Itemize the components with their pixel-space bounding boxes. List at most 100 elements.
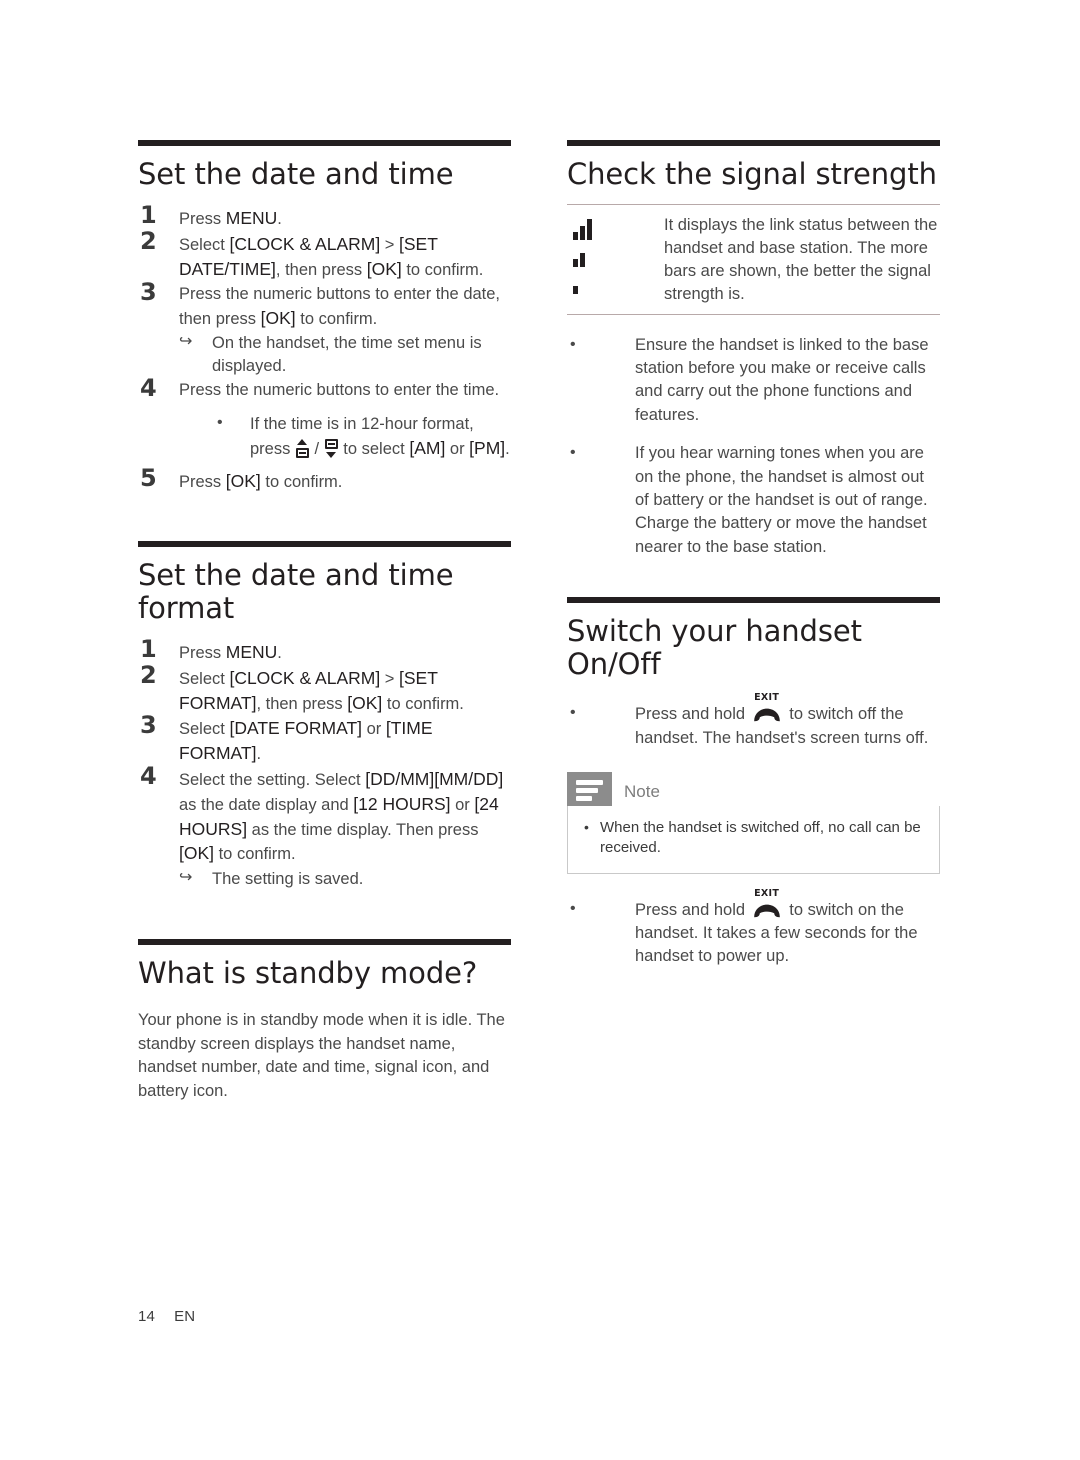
bullet-dot-icon: • [570, 335, 576, 353]
step-sub-bullet: • If the time is in 12-hour format, pres… [179, 413, 511, 462]
signal-row [573, 240, 664, 268]
exit-hangup-key-icon: EXIT [752, 692, 782, 723]
bullet-dot-icon: • [570, 704, 576, 722]
section-set-date-and-time-format: Set the date and time format 1 Press MEN… [138, 541, 511, 891]
hangup-handset-icon [752, 903, 782, 919]
sub-bullet-or: or [445, 440, 470, 459]
step-text: Press MENU. [179, 208, 282, 229]
pm-keyword: [PM] [469, 438, 506, 459]
step-text: Press the numeric buttons to enter the t… [179, 380, 500, 399]
step-number: 2 [140, 227, 157, 256]
sub-bullet-end: . [505, 440, 510, 459]
step-number: 2 [140, 660, 157, 689]
step-item: 4 Select the setting. Select [DD/MM][MM/… [138, 762, 511, 891]
sub-bullet-separator: / [309, 440, 324, 459]
arrow-right-icon: ↪ [179, 333, 193, 351]
right-column: Check the signal strength It displays th… [567, 140, 940, 969]
am-keyword: [AM] [409, 438, 446, 459]
list-item-text: Ensure the handset is linked to the base… [635, 335, 929, 424]
section-heading: Set the date and time [138, 157, 454, 191]
note-list: • When the handset is switched off, no c… [582, 818, 925, 859]
list-item-text-pre: Press and hold [635, 705, 750, 724]
step-text: Select [CLOCK & ALARM] > [SET FORMAT], t… [179, 667, 464, 713]
section-heading: Check the signal strength [567, 157, 937, 191]
hangup-handset-icon [752, 707, 782, 723]
step-text: Press MENU. [179, 642, 282, 663]
step-item: 3 Select [DATE FORMAT] or [TIME FORMAT]. [138, 711, 511, 766]
note-header: Note [567, 772, 940, 807]
signal-icons-cell [567, 213, 664, 305]
signal-bars-1-icon [573, 286, 578, 295]
section-switch-handset-on-off: Switch your handset On/Off • Press and h… [567, 597, 940, 969]
section-heading: What is standby mode? [138, 955, 478, 990]
note-body: • When the handset is switched off, no c… [567, 806, 940, 874]
exit-key-label: EXIT [754, 887, 780, 899]
step-item: 3 Press the numeric buttons to enter the… [138, 278, 511, 378]
exit-hangup-key-icon: EXIT [752, 888, 782, 919]
bullet-dot-icon: • [570, 899, 576, 917]
step-item: 4 Press the numeric buttons to enter the… [138, 374, 511, 462]
signal-row [573, 267, 664, 295]
section-set-date-and-time: Set the date and time 1 Press MENU. 2 Se… [138, 140, 511, 494]
step-result-text: The setting is saved. [212, 870, 364, 889]
bullet-dot-icon: • [217, 413, 223, 431]
step-item: 2 Select [CLOCK & ALARM] > [SET FORMAT],… [138, 661, 511, 716]
bullet-dot-icon: • [570, 444, 576, 462]
section-body-text: Your phone is in standby mode when it is… [138, 1011, 505, 1100]
section-heading: Switch your handset On/Off [567, 614, 862, 681]
step-text: Select [CLOCK & ALARM] > [SET DATE/TIME]… [179, 234, 484, 279]
list-item: • Press and hold EXIT to switch off the … [567, 692, 940, 750]
step-text: Select [DATE FORMAT] or [TIME FORMAT]. [179, 718, 433, 764]
signal-description: It displays the link status between the … [664, 216, 938, 303]
step-item: 2 Select [CLOCK & ALARM] > [SET DATE/TIM… [138, 227, 511, 282]
step-number: 4 [140, 761, 157, 790]
steps-list: 1 Press MENU. 2 Select [CLOCK & ALARM] >… [138, 201, 511, 494]
step-number: 3 [140, 711, 157, 740]
list-item: • Ensure the handset is linked to the ba… [567, 334, 940, 428]
note-icon [567, 772, 612, 807]
step-number: 4 [140, 373, 157, 402]
list-item: • When the handset is switched off, no c… [582, 818, 925, 859]
nav-down-key-icon [324, 439, 338, 459]
note-item-text: When the handset is switched off, no cal… [600, 819, 921, 857]
signal-strength-table: It displays the link status between the … [567, 204, 940, 315]
signal-bars-2-icon [573, 253, 585, 268]
step-result: ↪ On the handset, the time set menu is d… [179, 332, 511, 378]
note-title: Note [624, 782, 660, 802]
step-result-text: On the handset, the time set menu is dis… [212, 334, 482, 376]
sub-bullet-text-mid: to select [338, 440, 410, 459]
nav-up-key-icon [295, 439, 309, 459]
page-number: 14 [138, 1308, 156, 1325]
section-what-is-standby-mode: What is standby mode? Your phone is in s… [138, 938, 511, 1103]
left-column: Set the date and time 1 Press MENU. 2 Se… [138, 140, 511, 1103]
step-number: 5 [140, 464, 157, 493]
list-item-text: If you hear warning tones when you are o… [635, 444, 928, 556]
exit-key-label: EXIT [754, 692, 780, 704]
list-item: • Press and hold EXIT to switch on the h… [567, 888, 940, 969]
signal-bullets-list: • Ensure the handset is linked to the ba… [567, 334, 940, 560]
step-result: ↪ The setting is saved. [179, 868, 511, 891]
bullet-dot-icon: • [584, 819, 589, 836]
arrow-right-icon: ↪ [179, 869, 193, 887]
signal-bars-3-icon [573, 219, 592, 241]
page-language: EN [174, 1308, 196, 1325]
document-page: Set the date and time 1 Press MENU. 2 Se… [0, 0, 1080, 1460]
list-item: • If you hear warning tones when you are… [567, 442, 940, 559]
section-rule [138, 938, 511, 945]
section-rule [138, 541, 511, 548]
switch-on-bullets-list: • Press and hold EXIT to switch on the h… [567, 888, 940, 969]
list-item-text-pre: Press and hold [635, 900, 750, 919]
note-box: Note • When the handset is switched off,… [567, 772, 940, 874]
steps-list: 1 Press MENU. 2 Select [CLOCK & ALARM] >… [138, 635, 511, 891]
section-rule [567, 597, 940, 604]
step-text: Press the numeric buttons to enter the d… [179, 284, 501, 328]
step-item: 1 Press MENU. [138, 201, 511, 231]
step-text: Press [OK] to confirm. [179, 471, 343, 492]
section-check-signal-strength: Check the signal strength It displays th… [567, 140, 940, 559]
section-rule [138, 140, 511, 146]
section-heading: Set the date and time format [138, 558, 454, 625]
signal-row [573, 213, 664, 241]
switch-off-bullets-list: • Press and hold EXIT to switch off the … [567, 692, 940, 750]
section-rule [567, 140, 940, 146]
step-item: 5 Press [OK] to confirm. [138, 464, 511, 494]
